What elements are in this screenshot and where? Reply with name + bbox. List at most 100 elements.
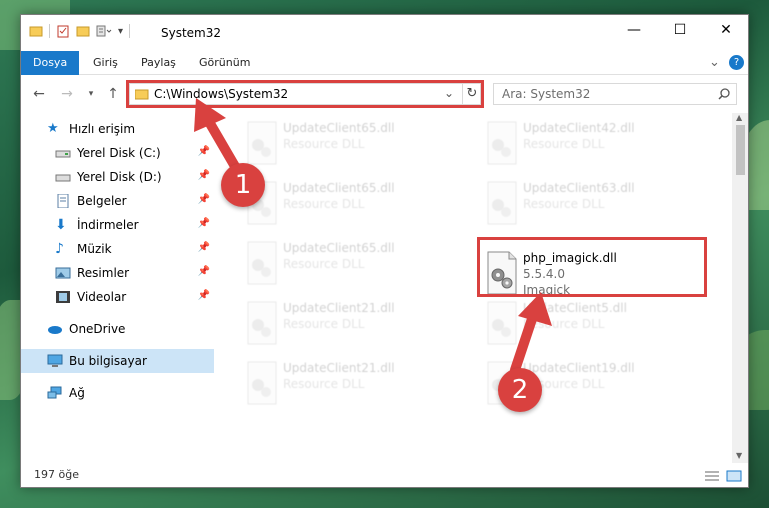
tab-view[interactable]: Görünüm	[199, 51, 250, 75]
status-bar: 197 öğe	[21, 465, 748, 487]
back-button[interactable]: ←	[29, 83, 49, 105]
network-icon	[47, 386, 63, 400]
file-type: Resource DLL	[523, 197, 605, 211]
search-icon[interactable]	[718, 88, 730, 100]
sidebar-item-label: Yerel Disk (C:)	[77, 146, 161, 160]
vertical-scrollbar[interactable]: ▲ ▼	[732, 113, 748, 463]
folder-icon[interactable]	[29, 24, 43, 38]
close-button[interactable]: ✕	[703, 15, 748, 45]
sidebar-item-disk-c[interactable]: Yerel Disk (C:) 📌	[21, 141, 214, 165]
sidebar-item-label: Hızlı erişim	[69, 122, 136, 136]
sidebar-item-downloads[interactable]: ⬇ İndirmeler 📌	[21, 213, 214, 237]
pin-icon[interactable]: 📌	[198, 218, 210, 229]
file-item[interactable]: UpdateClient63.dll Resource DLL	[475, 175, 705, 233]
file-explorer-window: ▾ System32 — ☐ ✕ Dosya Giriş Paylaş Görü…	[20, 14, 749, 488]
large-icons-view-icon[interactable]	[726, 470, 742, 482]
file-item[interactable]: UpdateClient65.dll Resource DLL	[235, 235, 465, 293]
file-item[interactable]: UpdateClient65.dll Resource DLL	[235, 115, 465, 173]
sidebar-item-label: İndirmeler	[77, 218, 139, 232]
dll-file-icon	[487, 301, 517, 345]
pictures-icon	[55, 266, 71, 280]
file-name: UpdateClient21.dll	[283, 301, 395, 315]
sidebar-item-onedrive[interactable]: OneDrive	[21, 317, 214, 341]
drive-icon	[55, 146, 71, 160]
help-icon[interactable]: ?	[729, 55, 744, 70]
customize-toolbar-icon[interactable]	[96, 24, 112, 38]
dll-file-icon	[487, 181, 517, 225]
file-item[interactable]: UpdateClient5.dll Resource DLL	[475, 295, 705, 353]
forward-button[interactable]: →	[57, 83, 77, 105]
sidebar-item-label: OneDrive	[69, 322, 126, 336]
new-folder-icon[interactable]	[76, 24, 90, 38]
pin-icon[interactable]: 📌	[198, 290, 210, 301]
file-name: UpdateClient63.dll	[523, 181, 635, 195]
music-icon: ♪	[55, 241, 64, 257]
address-highlight-box	[126, 80, 484, 108]
file-type: Resource DLL	[523, 317, 605, 331]
pin-icon[interactable]: 📌	[198, 194, 210, 205]
step-badge-1: 1	[221, 163, 265, 207]
sidebar-item-quick-access[interactable]: ★ Hızlı erişim	[21, 117, 214, 141]
file-item[interactable]: UpdateClient21.dll Resource DLL	[235, 295, 465, 353]
pin-icon[interactable]: 📌	[198, 242, 210, 253]
file-type: Resource DLL	[523, 137, 605, 151]
sidebar-item-label: Yerel Disk (D:)	[77, 170, 162, 184]
separator	[49, 24, 50, 38]
minimize-button[interactable]: —	[611, 15, 657, 45]
sidebar-item-documents[interactable]: Belgeler 📌	[21, 189, 214, 213]
up-button[interactable]: ↑	[103, 83, 123, 105]
sidebar-item-pictures[interactable]: Resimler 📌	[21, 261, 214, 285]
file-name: UpdateClient5.dll	[523, 301, 627, 315]
drive-icon	[55, 170, 71, 184]
dll-file-icon	[247, 241, 277, 285]
file-item[interactable]: UpdateClient42.dll Resource DLL	[475, 115, 705, 173]
file-name: UpdateClient65.dll	[283, 121, 395, 135]
file-type: Resource DLL	[283, 197, 365, 211]
computer-icon	[47, 354, 63, 368]
toolbar-dropdown-icon[interactable]: ▾	[118, 26, 123, 37]
sidebar-item-this-pc[interactable]: Bu bilgisayar	[21, 349, 214, 373]
quick-access-toolbar: ▾	[29, 23, 136, 39]
file-type: Resource DLL	[283, 137, 365, 151]
videos-icon	[55, 290, 71, 304]
pin-icon[interactable]: 📌	[198, 146, 210, 157]
sidebar-item-label: Müzik	[77, 242, 112, 256]
expand-ribbon-icon[interactable]: ⌄	[709, 51, 720, 75]
scroll-down-icon[interactable]: ▼	[736, 451, 742, 460]
sidebar-item-disk-d[interactable]: Yerel Disk (D:) 📌	[21, 165, 214, 189]
file-name: UpdateClient42.dll	[523, 121, 635, 135]
dll-file-icon	[247, 361, 277, 405]
star-icon: ★	[47, 121, 59, 136]
pin-icon[interactable]: 📌	[198, 266, 210, 277]
tab-file[interactable]: Dosya	[21, 51, 80, 75]
details-view-icon[interactable]	[704, 470, 720, 482]
separator	[129, 24, 131, 38]
file-type: Resource DLL	[283, 257, 365, 271]
file-type: Resource DLL	[283, 377, 365, 391]
file-name: UpdateClient19.dll	[523, 361, 635, 375]
pin-icon[interactable]: 📌	[198, 170, 210, 181]
scroll-up-icon[interactable]: ▲	[736, 113, 742, 122]
file-type: Resource DLL	[283, 317, 365, 331]
file-name: UpdateClient65.dll	[283, 241, 395, 255]
sidebar-item-music[interactable]: ♪ Müzik 📌	[21, 237, 214, 261]
tab-home[interactable]: Giriş	[93, 51, 118, 75]
sidebar-item-label: Ağ	[69, 386, 85, 400]
file-name: UpdateClient21.dll	[283, 361, 395, 375]
scroll-thumb[interactable]	[736, 125, 745, 175]
step-badge-2: 2	[498, 368, 542, 412]
window-title: System32	[161, 26, 222, 40]
properties-icon[interactable]	[56, 24, 70, 38]
navigation-pane: ★ Hızlı erişim Yerel Disk (C:) 📌 Yerel D…	[21, 113, 214, 465]
file-item[interactable]: UpdateClient21.dll Resource DLL	[235, 355, 465, 413]
maximize-button[interactable]: ☐	[657, 15, 703, 45]
ribbon-tabs: Dosya Giriş Paylaş Görünüm ⌄ ?	[21, 51, 748, 75]
tab-share[interactable]: Paylaş	[141, 51, 176, 75]
search-box[interactable]: Ara: System32	[493, 83, 737, 105]
recent-locations-icon[interactable]: ▾	[81, 83, 101, 105]
file-item[interactable]: UpdateClient65.dll Resource DLL	[235, 175, 465, 233]
search-input[interactable]: Ara: System32	[502, 87, 590, 101]
sidebar-item-videos[interactable]: Videolar 📌	[21, 285, 214, 309]
sidebar-item-network[interactable]: Ağ	[21, 381, 214, 405]
download-icon: ⬇	[55, 217, 67, 233]
